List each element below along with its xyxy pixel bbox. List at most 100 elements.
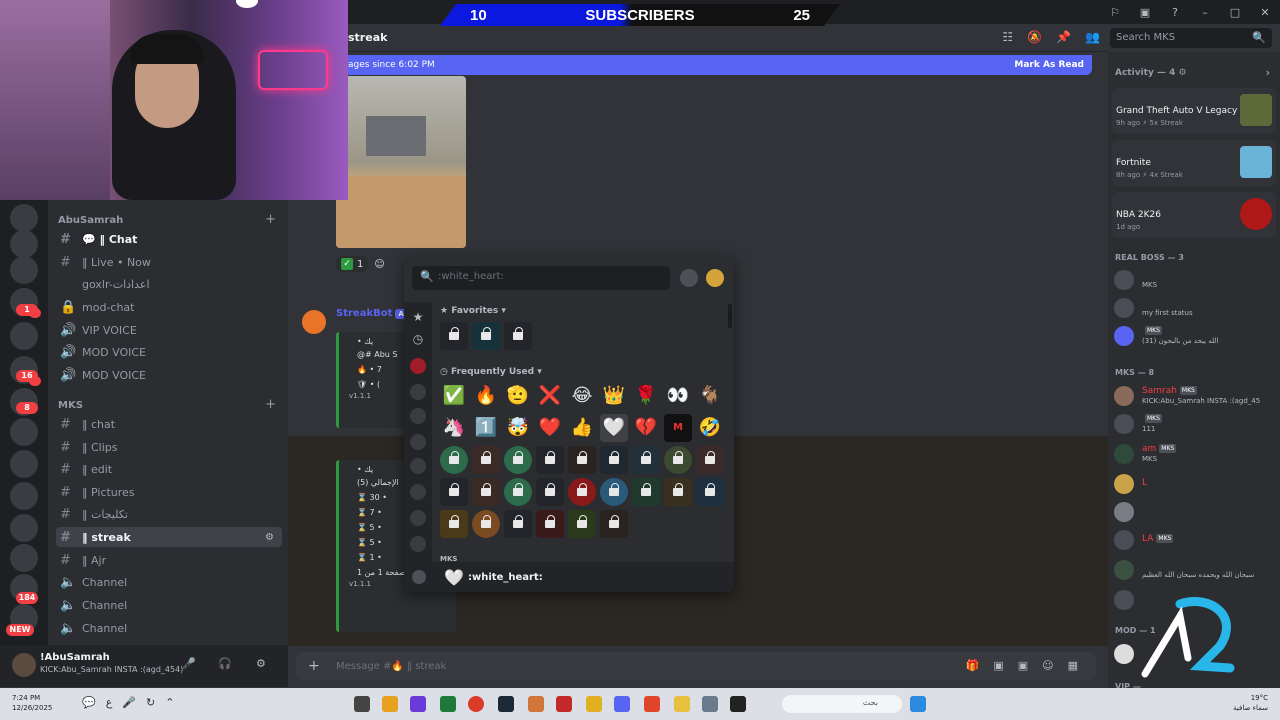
terminal-icon[interactable] xyxy=(730,696,746,712)
channel-item[interactable]: # ‖ Pictures xyxy=(56,482,282,502)
locked-emoji[interactable] xyxy=(600,510,628,538)
channel-item[interactable]: # ‖ edit xyxy=(56,459,282,479)
channel-item-streak[interactable]: # ‖ streak ⚙ xyxy=(56,527,282,547)
emoji-broken-heart[interactable]: 💔 xyxy=(632,414,660,442)
activity-card[interactable]: Grand Theft Auto V Legacy 9h ago ⚡ 5x St… xyxy=(1112,88,1276,134)
close-button[interactable]: ✕ xyxy=(1250,6,1280,19)
clock-icon[interactable]: ◷ xyxy=(410,332,426,348)
locked-emoji[interactable] xyxy=(504,322,532,350)
member-item[interactable]: my first status xyxy=(1114,296,1274,320)
new-messages-bar[interactable]: ages since 6:02 PM Mark As Read xyxy=(336,55,1092,75)
message-input[interactable]: + Message #🔥 ‖ streak 🎁 ▣ ▣ ☺ ▦ xyxy=(296,652,1096,680)
voice-channel[interactable]: 🔊 MOD VOICE xyxy=(56,365,282,385)
emoji-crown[interactable]: 👑 xyxy=(600,382,628,410)
category-abusamrah[interactable]: AbuSamrah xyxy=(58,215,123,226)
emoji-search-input[interactable]: 🔍:white_heart: xyxy=(412,266,670,290)
windows-start-icon[interactable] xyxy=(910,696,926,712)
locked-emoji[interactable] xyxy=(536,510,564,538)
channel-item[interactable]: # ‖ Live • Now xyxy=(56,252,282,272)
server-emoji-icon[interactable] xyxy=(410,458,426,474)
locked-emoji[interactable] xyxy=(600,446,628,474)
server-emoji-icon[interactable] xyxy=(410,484,426,500)
pin-icon[interactable]: 📌 xyxy=(1056,30,1071,44)
add-channel-icon[interactable]: + xyxy=(265,397,276,412)
activity-card[interactable]: NBA 2K26 1d ago xyxy=(1112,192,1276,238)
sync-icon[interactable]: ↻ xyxy=(146,696,155,709)
emoji-rose[interactable]: 🌹 xyxy=(632,382,660,410)
taskbar-clock[interactable]: 7:24 PM 12/26/2025 xyxy=(12,693,52,713)
discord-icon[interactable] xyxy=(614,696,630,712)
favorites-header[interactable]: ★ Favorites ▾ xyxy=(440,306,506,316)
gear-icon[interactable]: ⚙ xyxy=(256,657,266,670)
app-icon[interactable] xyxy=(382,696,398,712)
mic-icon[interactable]: 🎤 xyxy=(182,657,196,670)
server-icon[interactable] xyxy=(10,256,38,284)
voice-channel[interactable]: 🔈 Channel xyxy=(56,595,282,615)
gif-icon[interactable]: ▣ xyxy=(993,659,1003,672)
locked-emoji[interactable] xyxy=(568,478,596,506)
emoji-salute[interactable]: 🫡 xyxy=(504,382,532,410)
screen-icon[interactable]: ▣ xyxy=(1130,6,1160,19)
voice-channel[interactable]: 🔈 Channel xyxy=(56,572,282,592)
server-emoji-icon[interactable] xyxy=(410,434,426,450)
settings-icon[interactable] xyxy=(702,696,718,712)
channel-item[interactable]: # ‖ chat xyxy=(56,414,282,434)
category-mks[interactable]: MKS xyxy=(58,400,83,411)
skin-tone-icon[interactable] xyxy=(680,269,698,287)
channel-item[interactable]: 🔒 mod-chat xyxy=(56,297,282,317)
brave-icon[interactable] xyxy=(644,696,660,712)
member-item[interactable]: L xyxy=(1114,472,1274,496)
app-icon[interactable] xyxy=(440,696,456,712)
locked-emoji[interactable] xyxy=(536,446,564,474)
star-icon[interactable]: ★ xyxy=(410,310,426,326)
server-icon[interactable] xyxy=(10,418,38,446)
member-item[interactable] xyxy=(1114,500,1274,524)
locked-emoji[interactable] xyxy=(632,478,660,506)
locked-emoji[interactable] xyxy=(568,510,596,538)
help-icon[interactable]: ? xyxy=(1160,6,1190,19)
server-icon[interactable] xyxy=(10,544,38,572)
channel-item[interactable]: # ‖ Clips xyxy=(56,437,282,457)
locked-emoji[interactable] xyxy=(440,322,468,350)
locked-emoji[interactable] xyxy=(504,446,532,474)
locked-emoji[interactable] xyxy=(504,478,532,506)
taskbar-search[interactable]: بحث xyxy=(782,695,902,713)
minimize-button[interactable]: – xyxy=(1190,6,1220,19)
emoji-joy[interactable]: 😂 xyxy=(568,382,596,410)
voice-channel[interactable]: 🔊 MOD VOICE xyxy=(56,342,282,362)
voice-channel[interactable]: 🔈 Channel xyxy=(56,618,282,638)
member-item[interactable]: سبحان الله وبحمده سبحان الله العظيم xyxy=(1114,558,1274,582)
app-icon[interactable] xyxy=(586,696,602,712)
message-image[interactable] xyxy=(336,76,466,248)
channel-item[interactable]: # ‖ Ajr xyxy=(56,550,282,570)
locked-emoji[interactable] xyxy=(600,478,628,506)
scrollbar[interactable] xyxy=(728,304,732,328)
locked-emoji[interactable] xyxy=(472,446,500,474)
member-item[interactable]: am MKS MKS xyxy=(1114,442,1274,466)
app-icon[interactable] xyxy=(556,696,572,712)
language-icon[interactable]: ع xyxy=(106,696,113,709)
mark-as-read-button[interactable]: Mark As Read xyxy=(1014,60,1084,70)
add-reaction-icon[interactable]: ☺ xyxy=(374,259,384,270)
locked-emoji[interactable] xyxy=(632,446,660,474)
locked-emoji[interactable] xyxy=(696,478,724,506)
user-name[interactable]: !AbuSamrah xyxy=(40,652,110,663)
folder-icon[interactable] xyxy=(674,696,690,712)
locked-emoji[interactable] xyxy=(536,478,564,506)
locked-emoji[interactable] xyxy=(472,322,500,350)
app-icon[interactable] xyxy=(410,696,426,712)
member-item[interactable]: MKS 111 xyxy=(1114,412,1274,436)
emoji-check[interactable]: ✅ xyxy=(440,382,468,410)
emoji-mind-blown[interactable]: 🤯 xyxy=(504,414,532,442)
headphones-icon[interactable]: 🎧 xyxy=(218,657,232,670)
server-icon[interactable] xyxy=(10,204,38,232)
activity-card[interactable]: Fortnite 8h ago ⚡ 4x Streak xyxy=(1112,140,1276,186)
emoji-rofl[interactable]: 🤣 xyxy=(696,414,724,442)
activity-header[interactable]: Activity — 4 ⚙ xyxy=(1115,68,1187,78)
apps-icon[interactable]: ▦ xyxy=(1068,659,1078,672)
locked-emoji[interactable] xyxy=(664,446,692,474)
chevron-up-icon[interactable]: ⌃ xyxy=(165,696,174,709)
maximize-button[interactable]: □ xyxy=(1220,6,1250,19)
locked-emoji[interactable] xyxy=(568,446,596,474)
server-emoji-icon[interactable] xyxy=(410,510,426,526)
